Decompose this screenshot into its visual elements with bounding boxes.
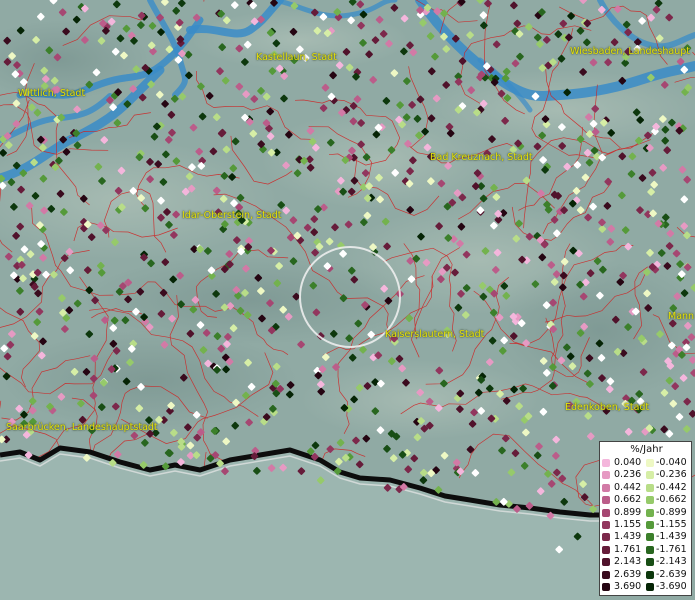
legend-row: 1.761 -1.761 bbox=[602, 544, 691, 556]
legend-value-positive: 2.639 bbox=[614, 568, 642, 580]
legend-swatch-positive bbox=[602, 545, 610, 554]
place-label-kaiserslautern: Kaiserslautern, Stadt bbox=[385, 329, 485, 340]
legend-swatch-positive bbox=[602, 558, 610, 567]
legend-swatch-negative bbox=[646, 570, 654, 579]
legend-swatch-positive bbox=[602, 471, 610, 480]
legend-row: 1.439 -1.439 bbox=[602, 531, 691, 543]
legend-row: 0.442 -0.442 bbox=[602, 482, 691, 494]
place-label-idar-oberstein: Idar-Oberstein, Stadt bbox=[182, 210, 282, 221]
legend-value-positive: 1.761 bbox=[614, 543, 642, 555]
place-label-mannheim: Mann bbox=[668, 311, 695, 322]
legend-row: 0.236 -0.236 bbox=[602, 469, 691, 481]
legend-value-negative: -0.040 bbox=[656, 457, 687, 468]
place-label-kastellaun: Kastellaun, Stadt bbox=[256, 52, 337, 63]
legend-row: 0.040 -0.040 bbox=[602, 457, 691, 469]
legend-row: 2.639 -2.639 bbox=[602, 569, 691, 581]
legend-row: 0.899 -0.899 bbox=[602, 507, 691, 519]
legend-value-negative: -0.662 bbox=[656, 494, 687, 506]
legend-swatch-negative bbox=[646, 508, 654, 517]
legend-swatch-positive bbox=[602, 483, 610, 492]
legend-swatch-positive bbox=[602, 521, 610, 529]
legend-swatch-negative bbox=[646, 496, 654, 505]
map-canvas[interactable] bbox=[0, 0, 695, 600]
legend-value-positive: 0.662 bbox=[614, 494, 642, 506]
legend-swatch-negative bbox=[646, 583, 654, 591]
legend-value-negative: -0.442 bbox=[656, 481, 687, 493]
legend-title: %/Jahr bbox=[630, 444, 663, 455]
legend-value-positive: 0.442 bbox=[614, 481, 642, 493]
legend-row: 2.143 -2.143 bbox=[602, 556, 691, 568]
legend-value-negative: -3.690 bbox=[656, 581, 687, 592]
legend-value-positive: 3.690 bbox=[614, 581, 642, 592]
place-label-saarbruecken: Saarbrücken, Landeshauptstadt bbox=[6, 422, 158, 433]
legend-value-negative: -1.439 bbox=[656, 531, 687, 543]
legend-swatch-negative bbox=[646, 558, 654, 567]
place-label-wittlich: Wittlich, Stadt bbox=[18, 88, 86, 99]
place-label-wiesbaden: Wiesbaden, Landeshaupt bbox=[570, 46, 690, 57]
legend-swatch-positive bbox=[602, 459, 610, 467]
legend-row: 3.690 -3.690 bbox=[602, 581, 691, 593]
legend-swatch-negative bbox=[646, 533, 654, 542]
legend-value-positive: 2.143 bbox=[614, 556, 642, 568]
place-label-bad-kreuznach: Bad Kreuznach, Stadt bbox=[430, 152, 533, 163]
legend-swatch-positive bbox=[602, 496, 610, 505]
place-label-edenkoben: Edenkoben, Stadt bbox=[565, 402, 650, 413]
legend-swatch-positive bbox=[602, 583, 610, 591]
legend: %/Jahr 0.040 -0.040 0.236 -0.236 0.442 -0.442… bbox=[599, 441, 692, 596]
legend-value-negative: -0.236 bbox=[656, 469, 687, 481]
legend-value-positive: 0.040 bbox=[614, 457, 642, 468]
legend-value-negative: -2.143 bbox=[656, 556, 687, 568]
legend-value-negative: -1.761 bbox=[656, 543, 687, 555]
legend-swatch-negative bbox=[646, 545, 654, 554]
legend-swatch-positive bbox=[602, 570, 610, 579]
legend-swatch-negative bbox=[646, 459, 654, 467]
legend-swatch-positive bbox=[602, 533, 610, 542]
legend-value-positive: 1.155 bbox=[614, 519, 642, 530]
legend-swatch-negative bbox=[646, 471, 654, 480]
legend-row: 1.155 -1.155 bbox=[602, 519, 691, 531]
legend-value-positive: 0.236 bbox=[614, 469, 642, 481]
legend-value-negative: -0.899 bbox=[656, 506, 687, 518]
legend-value-positive: 1.439 bbox=[614, 531, 642, 543]
legend-value-positive: 0.899 bbox=[614, 506, 642, 518]
legend-value-negative: -2.639 bbox=[656, 568, 687, 580]
legend-row: 0.662 -0.662 bbox=[602, 494, 691, 506]
legend-swatch-positive bbox=[602, 508, 610, 517]
legend-swatch-negative bbox=[646, 521, 654, 529]
legend-swatch-negative bbox=[646, 483, 654, 492]
legend-value-negative: -1.155 bbox=[656, 519, 687, 530]
